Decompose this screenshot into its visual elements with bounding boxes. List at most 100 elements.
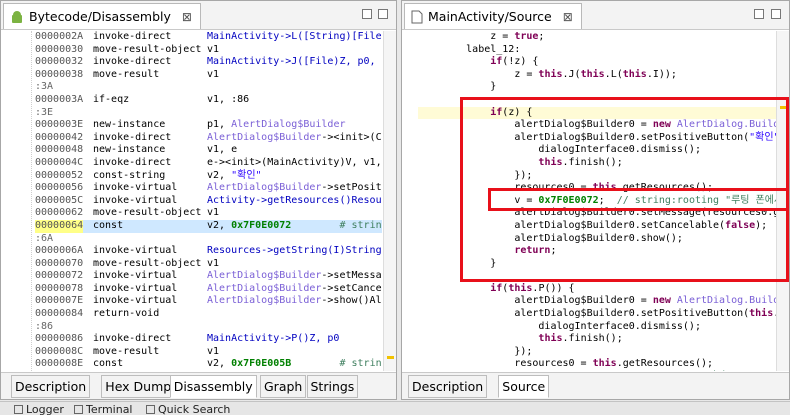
- disassembly-row[interactable]: 00000042 invoke-direct AlertDialog$Builder…: [35, 132, 382, 145]
- source-line[interactable]: alertDialog$Builder0.setPositiveButton(t…: [418, 308, 777, 321]
- source-line[interactable]: alertDialog$Builder0.setPositiveButton("…: [418, 132, 777, 145]
- code-token: ;: [538, 31, 545, 42]
- vertical-scrollbar[interactable]: [383, 31, 396, 371]
- disassembly-row[interactable]: 0000003E new-instance p1, AlertDialog$Buil…: [35, 119, 382, 132]
- address-text: 00000078: [35, 282, 84, 294]
- source-line[interactable]: });: [418, 170, 777, 183]
- code-token: z =: [418, 68, 539, 80]
- source-line[interactable]: z = this.J(this.L(this.I));: [418, 69, 777, 82]
- vertical-scrollbar[interactable]: [776, 31, 789, 371]
- source-line[interactable]: dialogInterface0.dismiss();: [418, 144, 777, 157]
- operand-token: v2,: [207, 358, 232, 370]
- code-token: alertDialog$Builder0 =: [418, 295, 653, 307]
- tab-title: MainActivity/Source: [428, 9, 552, 24]
- source-line[interactable]: alertDialog$Builder0.setCancelable(false…: [418, 220, 777, 233]
- operand-token: 0x7F0E005B: [231, 358, 292, 370]
- source-line[interactable]: }: [418, 258, 777, 271]
- disassembly-row[interactable]: 0000005C invoke-virtual Activity->getResou…: [35, 195, 382, 208]
- maximize-icon[interactable]: [378, 9, 388, 19]
- disassembly-row[interactable]: 00000070 move-result-object v1: [35, 258, 382, 271]
- code-token: .finish();: [562, 156, 623, 168]
- maximize-icon[interactable]: [771, 9, 781, 19]
- disassembly-row[interactable]: :6A: [35, 233, 382, 246]
- source-line[interactable]: alertDialog$Builder0 = new AlertDialog.B…: [418, 119, 777, 132]
- operand-token: p1,: [207, 119, 232, 131]
- disassembly-row[interactable]: 00000084 return-void: [35, 308, 382, 321]
- close-icon[interactable]: ⊠: [182, 10, 192, 24]
- disassembly-row[interactable]: 00000056 invoke-virtual AlertDialog$Builde…: [35, 182, 382, 195]
- disassembly-row[interactable]: :3E: [35, 107, 382, 120]
- code-token: if: [490, 56, 503, 68]
- opcode-text: new-instance: [93, 119, 166, 131]
- opcode-text: new-instance: [93, 144, 166, 156]
- logger-icon: [14, 405, 23, 414]
- minimize-icon[interactable]: [362, 9, 372, 19]
- source-line[interactable]: v = 0x7F0E0072; // string:rooting "루팅 폰에…: [418, 195, 777, 208]
- disassembly-row[interactable]: 00000030 move-result-object v1: [35, 44, 382, 57]
- source-line[interactable]: if(!z) {: [418, 56, 777, 69]
- disassembly-row[interactable]: :3A: [35, 81, 382, 94]
- code-token: 0x7F0E0072: [538, 194, 599, 206]
- source-line[interactable]: [418, 94, 777, 107]
- source-line[interactable]: });: [418, 346, 777, 359]
- source-line[interactable]: [418, 270, 777, 283]
- tab-mainactivity-source[interactable]: MainActivity/Source ⊠: [404, 3, 582, 29]
- source-editor[interactable]: z = true; label_12: if(!z) { z = this.J(…: [418, 31, 777, 371]
- source-line[interactable]: }: [418, 81, 777, 94]
- operand-token: MainActivity->P()Z, p0: [207, 333, 340, 345]
- opcode-text: invoke-virtual: [93, 182, 178, 194]
- source-line[interactable]: resources0 = this.getResources();: [418, 182, 777, 195]
- tab-description[interactable]: Description: [11, 375, 91, 398]
- code-token: .I));: [646, 68, 677, 80]
- source-line[interactable]: z = true;: [418, 31, 777, 44]
- close-icon[interactable]: ⊠: [563, 10, 573, 24]
- disassembly-row[interactable]: 00000064 const v2, 0x7F0E0072 # string:: [35, 219, 382, 233]
- tab-strings[interactable]: Strings: [306, 375, 359, 398]
- disassembly-row[interactable]: 0000008E const v2, 0x7F0E005B # string:: [35, 358, 382, 371]
- disassembly-row[interactable]: 0000002A invoke-direct MainActivity->L([St…: [35, 31, 382, 44]
- disassembly-row[interactable]: 00000062 move-result-object v1: [35, 207, 382, 220]
- disassembly-row[interactable]: 0000008C move-result v1: [35, 346, 382, 359]
- source-line[interactable]: alertDialog$Builder0.show();: [418, 233, 777, 246]
- tab-bytecode-disassembly[interactable]: Bytecode/Disassembly ⊠: [3, 3, 201, 29]
- tab-disassembly[interactable]: Disassembly: [169, 375, 257, 398]
- terminal-tab[interactable]: Terminal: [74, 403, 133, 415]
- disassembly-row[interactable]: 0000004C invoke-direct e-><init>(MainActiv…: [35, 157, 382, 170]
- source-line[interactable]: return;: [418, 245, 777, 258]
- minimize-icon[interactable]: [754, 9, 764, 19]
- tab-graph[interactable]: Graph: [260, 375, 307, 398]
- operand-token: # string:: [339, 219, 382, 231]
- tab-source[interactable]: Source: [498, 375, 550, 398]
- source-line[interactable]: resources0 = this.getResources();: [418, 358, 777, 371]
- terminal-label: Terminal: [86, 403, 133, 415]
- code-token: .L(: [604, 68, 623, 80]
- source-line[interactable]: dialogInterface0.dismiss();: [418, 321, 777, 334]
- source-line[interactable]: label_12:: [418, 44, 777, 57]
- code-token: alertDialog$Builder0.setCancelable(: [418, 219, 726, 231]
- operand-token: v2,: [207, 219, 232, 231]
- tab-hex-dump[interactable]: Hex Dump: [101, 375, 176, 398]
- disassembly-editor[interactable]: 0000002A invoke-direct MainActivity->L([St…: [9, 31, 382, 371]
- operands: Resources->getString(I)String,: [207, 245, 382, 258]
- disassembly-row[interactable]: 00000052 const-string v2, "확인": [35, 170, 382, 183]
- disassembly-row[interactable]: 00000086 invoke-direct MainActivity->P()Z,…: [35, 333, 382, 346]
- disassembly-row[interactable]: 00000078 invoke-virtual AlertDialog$Builde…: [35, 283, 382, 296]
- tab-description[interactable]: Description: [408, 375, 488, 398]
- source-line[interactable]: this.finish();: [418, 157, 777, 170]
- quick-search-tab[interactable]: Quick Search: [146, 403, 230, 415]
- logger-tab[interactable]: Logger: [14, 403, 64, 415]
- source-line[interactable]: alertDialog$Builder0.setMessage(resource…: [418, 207, 777, 220]
- disassembly-row[interactable]: 00000072 invoke-virtual AlertDialog$Builde…: [35, 270, 382, 283]
- disassembly-row[interactable]: 00000048 new-instance v1, e: [35, 144, 382, 157]
- source-line[interactable]: alertDialog$Builder0 = new AlertDialog.B…: [418, 295, 777, 308]
- disassembly-row[interactable]: 0000007E invoke-virtual AlertDialog$Builde…: [35, 295, 382, 308]
- source-line[interactable]: if(this.P()) {: [418, 283, 777, 296]
- source-line[interactable]: if(z) {: [418, 106, 777, 120]
- disassembly-row[interactable]: 00000032 invoke-direct MainActivity->J([Fi…: [35, 56, 382, 69]
- disassembly-row[interactable]: 0000006A invoke-virtual Resources->getStri…: [35, 245, 382, 258]
- disassembly-row[interactable]: 00000038 move-result v1: [35, 69, 382, 82]
- disassembly-row[interactable]: 0000003A if-eqz v1, :86: [35, 94, 382, 107]
- code-token: });: [418, 345, 533, 357]
- source-line[interactable]: this.finish();: [418, 333, 777, 346]
- disassembly-row[interactable]: :86: [35, 321, 382, 334]
